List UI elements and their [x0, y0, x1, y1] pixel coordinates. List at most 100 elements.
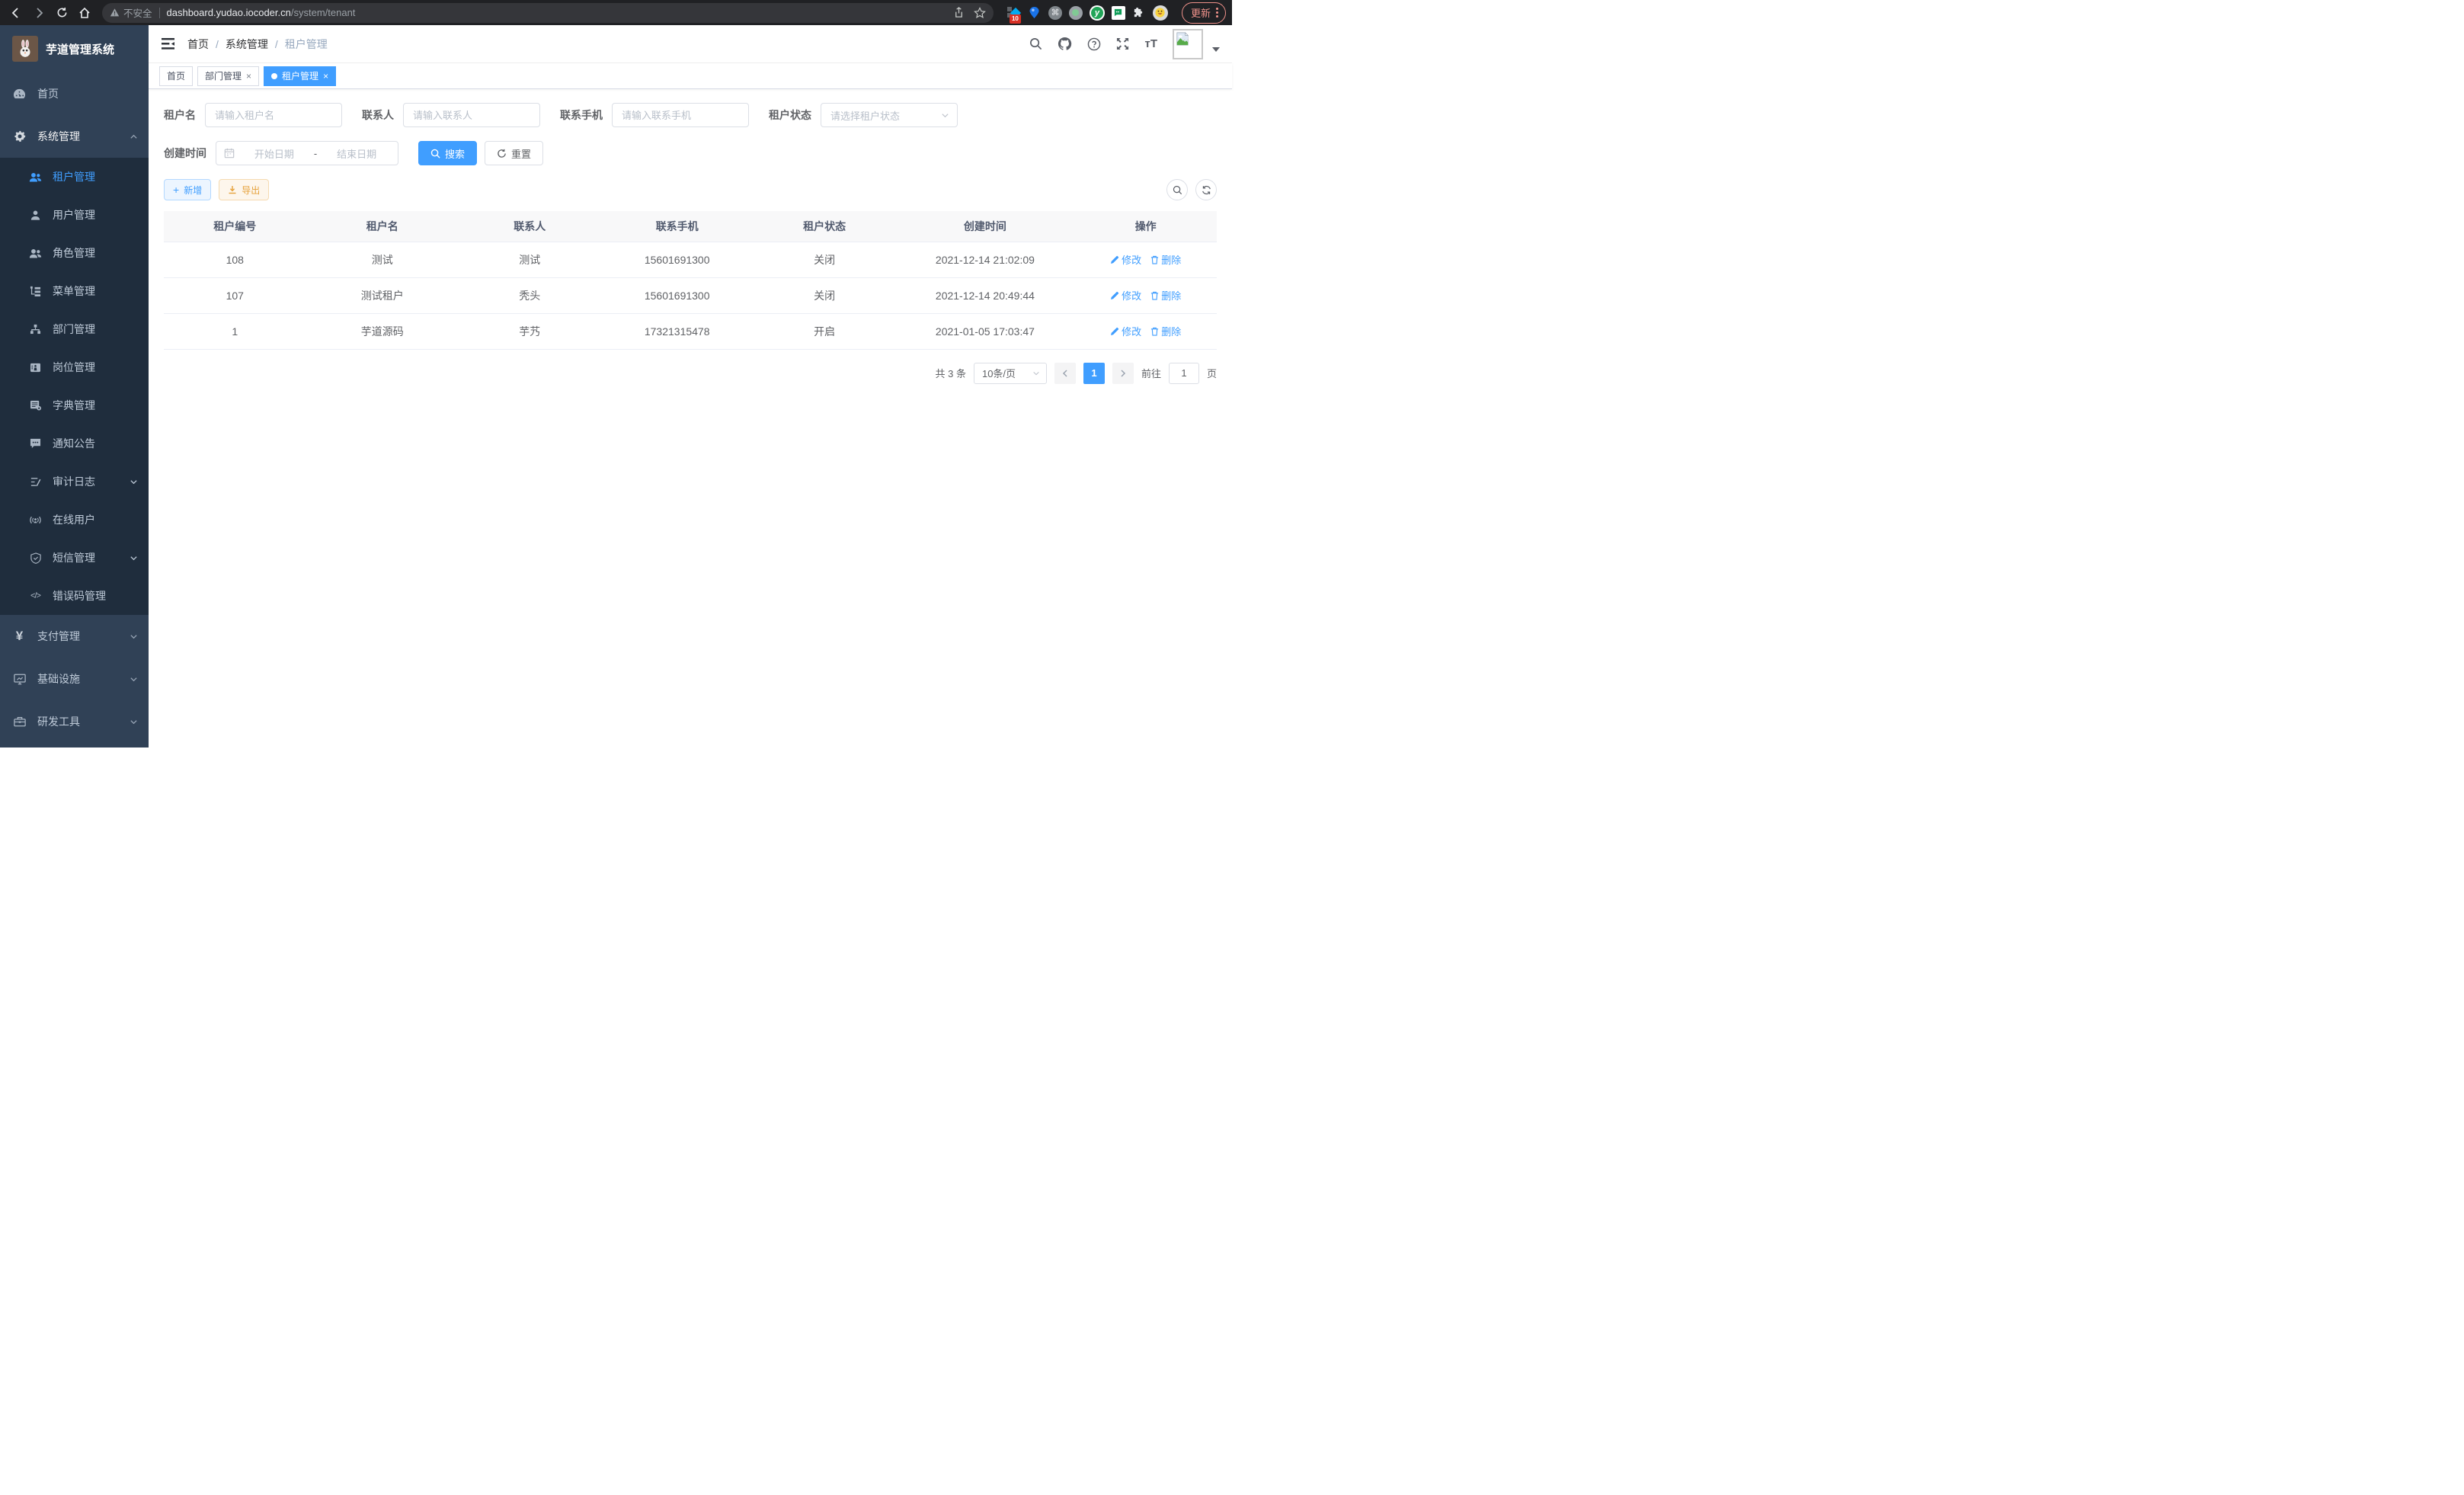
tab-home[interactable]: 首页: [159, 66, 193, 86]
delete-link[interactable]: 删除: [1150, 252, 1181, 267]
app-logo-row[interactable]: 芋道管理系统: [0, 25, 149, 72]
sidebar-item-role[interactable]: 角色管理: [0, 234, 149, 272]
sidebar-item-error-code[interactable]: </> 错误码管理: [0, 577, 149, 615]
top-navbar: 首页 / 系统管理 / 租户管理 тT: [149, 25, 1232, 63]
sidebar-item-sms[interactable]: 短信管理: [0, 539, 149, 577]
active-tab-dot: [271, 73, 277, 79]
back-icon[interactable]: [6, 3, 26, 23]
page-size-select[interactable]: 10条/页: [974, 363, 1047, 384]
create-time-range-picker[interactable]: 开始日期 - 结束日期: [216, 141, 398, 165]
breadcrumb: 首页 / 系统管理 / 租户管理: [187, 37, 328, 52]
edit-link[interactable]: 修改: [1110, 288, 1141, 303]
bookmark-star-icon[interactable]: [974, 7, 986, 19]
tab-tenant[interactable]: 租户管理 ×: [264, 66, 336, 86]
sidebar-item-notice[interactable]: 通知公告: [0, 424, 149, 463]
sidebar-item-post[interactable]: 岗位管理: [0, 348, 149, 386]
sidebar-item-audit-log[interactable]: 审计日志: [0, 463, 149, 501]
github-icon[interactable]: [1058, 37, 1072, 51]
message-icon: [29, 438, 42, 449]
home-icon[interactable]: [75, 3, 94, 23]
fullscreen-icon[interactable]: [1116, 37, 1129, 50]
browser-toolbar: 不安全 dashboard.yudao.iocoder.cn/system/te…: [0, 0, 1232, 25]
cell-tenant-id: 108: [164, 242, 306, 277]
cell-mobile: 17321315478: [601, 313, 754, 349]
header-search-icon[interactable]: [1029, 37, 1042, 50]
sidebar-item-online-user[interactable]: 在线用户: [0, 501, 149, 539]
add-button[interactable]: + 新增: [164, 179, 211, 200]
sidebar-item-menu[interactable]: 菜单管理: [0, 272, 149, 310]
refresh-table-button[interactable]: [1195, 179, 1217, 200]
forward-icon[interactable]: [29, 3, 49, 23]
sidebar-item-tenant[interactable]: 租户管理: [0, 158, 149, 196]
tenant-name-input[interactable]: [205, 103, 342, 127]
breadcrumb-system[interactable]: 系统管理: [226, 37, 268, 52]
font-size-icon[interactable]: тT: [1144, 37, 1157, 50]
delete-link[interactable]: 删除: [1150, 324, 1181, 338]
sidebar-item-dict[interactable]: 字典管理: [0, 386, 149, 424]
page-unit-label: 页: [1207, 366, 1217, 380]
cell-created: 2021-12-14 21:02:09: [895, 242, 1074, 277]
search-button[interactable]: 搜索: [418, 141, 477, 165]
sidebar-item-dev-tools[interactable]: 研发工具: [0, 700, 149, 743]
sidebar-item-pay[interactable]: ¥ 支付管理: [0, 615, 149, 658]
sidebar-item-home[interactable]: 首页: [0, 72, 149, 115]
cell-contact: 秃头: [459, 277, 601, 313]
cell-tenant-id: 1: [164, 313, 306, 349]
delete-link[interactable]: 删除: [1150, 288, 1181, 303]
close-tab-icon[interactable]: ×: [323, 71, 328, 82]
command-extension-icon[interactable]: ⌘: [1048, 6, 1062, 20]
edit-link[interactable]: 修改: [1110, 252, 1141, 267]
sidebar-item-system[interactable]: 系统管理: [0, 115, 149, 158]
next-page-button[interactable]: [1112, 363, 1134, 384]
reload-icon[interactable]: [52, 3, 72, 23]
url-text[interactable]: dashboard.yudao.iocoder.cn/system/tenant: [167, 7, 947, 18]
recorder-extension-icon[interactable]: [1069, 6, 1083, 20]
collapse-sidebar-icon[interactable]: [161, 37, 183, 50]
post-badge-icon: [29, 363, 42, 373]
extension-badge-icon[interactable]: 10: [1007, 6, 1021, 20]
tab-dept[interactable]: 部门管理 ×: [197, 66, 259, 86]
status-select[interactable]: 请选择租户状态: [821, 103, 958, 127]
edit-link[interactable]: 修改: [1110, 324, 1141, 338]
contact-input[interactable]: [403, 103, 540, 127]
chevron-down-icon: [941, 111, 949, 120]
end-date-placeholder[interactable]: 结束日期: [323, 146, 390, 161]
profile-avatar-icon[interactable]: [1153, 5, 1168, 21]
pin-extension-icon[interactable]: [1028, 6, 1042, 20]
roles-icon: [29, 248, 42, 259]
cell-created: 2021-12-14 20:49:44: [895, 277, 1074, 313]
chrome-update-button[interactable]: 更新: [1182, 2, 1226, 24]
export-button[interactable]: 导出: [219, 179, 269, 200]
sidebar-item-user[interactable]: 用户管理: [0, 196, 149, 234]
avatar-caret-icon[interactable]: [1212, 46, 1220, 53]
chat-extension-icon[interactable]: [1112, 6, 1125, 20]
tags-view-bar: 首页 部门管理 × 租户管理 ×: [149, 63, 1232, 89]
toggle-search-button[interactable]: [1166, 179, 1188, 200]
browser-menu-icon[interactable]: [1216, 8, 1218, 18]
address-bar[interactable]: 不安全 dashboard.yudao.iocoder.cn/system/te…: [102, 3, 994, 23]
user-avatar[interactable]: [1173, 29, 1203, 59]
breadcrumb-home[interactable]: 首页: [187, 37, 209, 52]
mobile-input[interactable]: [612, 103, 749, 127]
help-icon[interactable]: [1087, 37, 1101, 51]
chevron-down-icon: [130, 554, 138, 562]
reset-button[interactable]: 重置: [485, 141, 543, 165]
cell-tenant-name: 芋道源码: [306, 313, 459, 349]
yudao-extension-icon[interactable]: y: [1090, 5, 1105, 21]
prev-page-button[interactable]: [1054, 363, 1076, 384]
sidebar-item-dept[interactable]: 部门管理: [0, 310, 149, 348]
tenant-table: 租户编号 租户名 联系人 联系手机 租户状态 创建时间 操作 108 测试 测试: [164, 211, 1217, 350]
total-count: 共 3 条: [936, 366, 966, 380]
close-tab-icon[interactable]: ×: [246, 71, 251, 82]
start-date-placeholder[interactable]: 开始日期: [241, 146, 308, 161]
goto-page-input[interactable]: [1169, 363, 1199, 384]
edit-icon: [1110, 255, 1119, 264]
extension-count-badge: 10: [1010, 14, 1021, 24]
table-row: 1 芋道源码 芋艿 17321315478 开启 2021-01-05 17:0…: [164, 313, 1217, 349]
security-status[interactable]: 不安全: [110, 5, 152, 20]
sidebar-item-infra[interactable]: 基础设施: [0, 658, 149, 700]
page-1-button[interactable]: 1: [1083, 363, 1105, 384]
chevron-down-icon: [130, 718, 138, 726]
puzzle-extensions-icon[interactable]: [1132, 6, 1146, 20]
share-icon[interactable]: [953, 7, 965, 18]
